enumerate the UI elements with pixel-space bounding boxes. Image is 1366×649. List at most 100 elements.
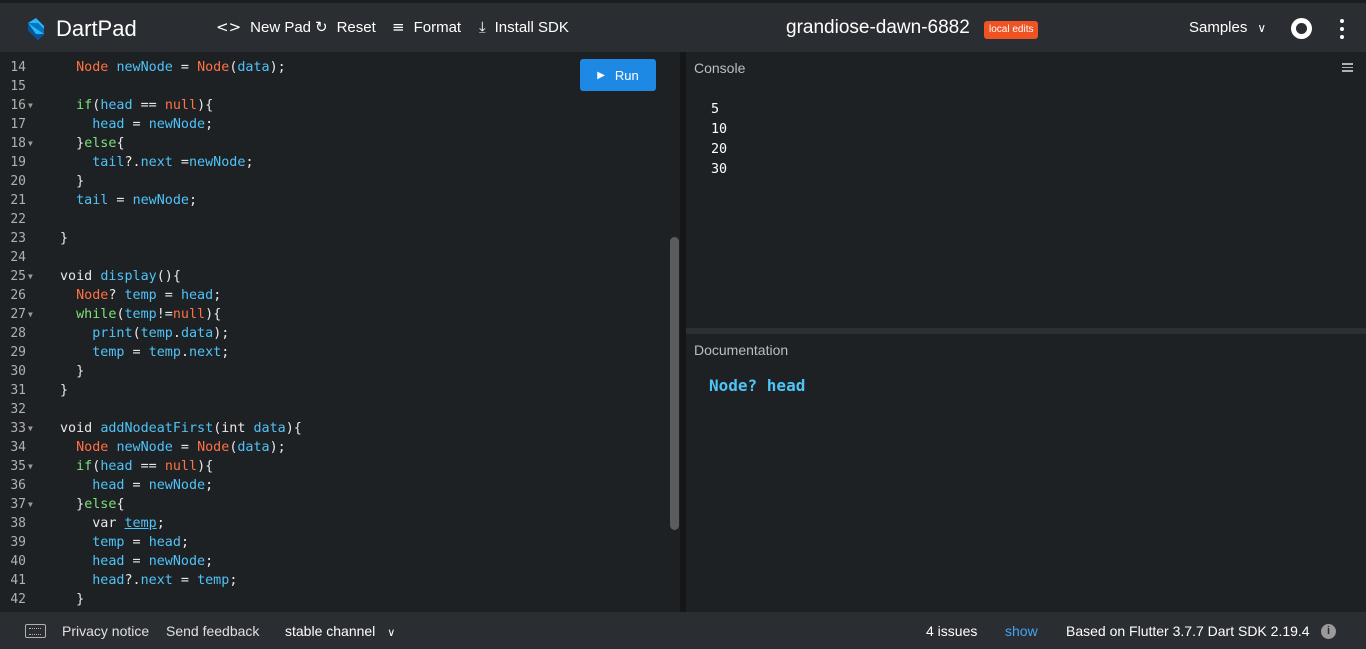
code-token: (){ (156, 269, 181, 284)
code-token: . (172, 326, 181, 341)
code-token: = (172, 440, 198, 455)
line-number: 21 (10, 193, 26, 208)
code-token: Node (60, 60, 117, 75)
code-token: void (60, 269, 101, 284)
send-feedback-link[interactable]: Send feedback (166, 623, 259, 639)
fold-arrow-icon[interactable]: ▼ (28, 495, 33, 514)
code-token: = (124, 535, 149, 550)
code-token: = (156, 288, 181, 303)
code-token: print (60, 326, 133, 341)
new-pad-label: New Pad (250, 18, 312, 36)
code-token: temp (124, 307, 157, 322)
code-text: head?.next = temp; (60, 571, 237, 590)
console-line: 10 (711, 122, 728, 137)
github-icon[interactable] (1291, 18, 1312, 39)
code-editor[interactable]: 14 Node newNode = Node(data); 15 16 ▼ if(he… (0, 52, 680, 612)
code-token: temp (124, 288, 157, 303)
new-pad-button[interactable]: <> New Pad (216, 18, 311, 36)
code-token: head (60, 573, 125, 588)
line-number: 27 (10, 307, 26, 322)
code-text: } (60, 590, 84, 609)
code-token: newNode (116, 60, 173, 75)
code-token: newNode (189, 155, 246, 170)
line-number: 33 (10, 421, 26, 436)
samples-label: Samples (1189, 19, 1248, 36)
line-number: 37 (10, 497, 26, 512)
reset-button[interactable]: ↻ Reset (315, 18, 376, 36)
info-icon[interactable]: i (1321, 624, 1336, 639)
channel-selector[interactable]: stable channel ∨ (285, 623, 395, 639)
format-label: Format (413, 18, 462, 36)
code-token: = (108, 193, 133, 208)
code-token: data (237, 440, 270, 455)
fold-arrow-icon[interactable]: ▼ (28, 419, 33, 438)
fold-arrow-icon[interactable]: ▼ (28, 457, 33, 476)
line-number: 32 (10, 402, 26, 417)
code-token: temp (197, 573, 230, 588)
code-text: tail?.next =newNode; (60, 153, 253, 172)
code-token: newNode (116, 440, 173, 455)
editor-scrollbar[interactable] (670, 237, 679, 530)
more-menu-icon[interactable] (1338, 18, 1346, 40)
code-text: temp = temp.next; (60, 343, 229, 362)
line-number: 20 (10, 174, 26, 189)
code-token: newNode (148, 554, 206, 569)
code-token: temp (60, 535, 125, 550)
line-number: 30 (10, 364, 26, 379)
code-token: null (164, 98, 198, 113)
line-number: 24 (10, 250, 26, 265)
code-token: ; (205, 117, 214, 132)
code-token: ){ (197, 98, 214, 113)
code-token: } (60, 136, 85, 151)
console-panel: Console 5 10 20 30 (686, 52, 1366, 328)
line-number: 38 (10, 516, 26, 531)
show-issues-link[interactable]: show (1005, 623, 1038, 639)
samples-dropdown[interactable]: Samples ∨ (1189, 19, 1266, 36)
code-token: head (60, 117, 125, 132)
code-token: next (140, 573, 173, 588)
install-sdk-button[interactable]: ⤓ Install SDK (479, 18, 569, 36)
code-token: ); (213, 326, 230, 341)
run-button[interactable]: ▶ Run (580, 59, 656, 91)
code-text: while(temp!=null){ (60, 305, 221, 324)
code-text: print(temp.data); (60, 324, 229, 343)
pad-title[interactable]: grandiose-dawn-6882 (786, 17, 970, 39)
code-text: }else{ (60, 134, 124, 153)
code-token: != (156, 307, 173, 322)
code-token: next (189, 345, 222, 360)
privacy-notice-link[interactable]: Privacy notice (62, 623, 149, 639)
code-token: == (132, 98, 165, 113)
fold-arrow-icon[interactable]: ▼ (28, 305, 33, 324)
clear-console-icon[interactable] (1342, 63, 1353, 72)
code-token: == (132, 459, 165, 474)
code-token: ){ (205, 307, 222, 322)
code-token: } (60, 592, 85, 607)
dartpad-logo[interactable]: DartPad (24, 16, 137, 42)
code-token: if (60, 98, 93, 113)
code-token: newNode (132, 193, 189, 208)
doc-signature: Node? head (709, 376, 806, 395)
code-token: addNodeatFirst (100, 421, 214, 436)
code-text: void display(){ (60, 267, 181, 286)
channel-label: stable channel (285, 623, 376, 639)
format-button[interactable]: ≡ Format (392, 18, 461, 36)
reset-label: Reset (336, 18, 376, 36)
code-token: ){ (285, 421, 302, 436)
chevron-down-icon: ∨ (1257, 20, 1267, 35)
code-token: = (172, 573, 198, 588)
fold-arrow-icon[interactable]: ▼ (28, 134, 33, 153)
code-token: = (172, 155, 189, 170)
line-number: 16 (10, 98, 26, 113)
code-token: } (60, 364, 85, 379)
fold-arrow-icon[interactable]: ▼ (28, 96, 33, 115)
code-token: newNode (148, 478, 206, 493)
code-token: ? (108, 288, 125, 303)
code-token: ; (180, 535, 189, 550)
code-token: ; (205, 554, 214, 569)
code-text: }else{ (60, 495, 124, 514)
code-text: tail = newNode; (60, 191, 197, 210)
line-number: 25 (10, 269, 26, 284)
fold-arrow-icon[interactable]: ▼ (28, 267, 33, 286)
code-text: if(head == null){ (60, 457, 213, 476)
keyboard-icon[interactable] (25, 624, 46, 638)
